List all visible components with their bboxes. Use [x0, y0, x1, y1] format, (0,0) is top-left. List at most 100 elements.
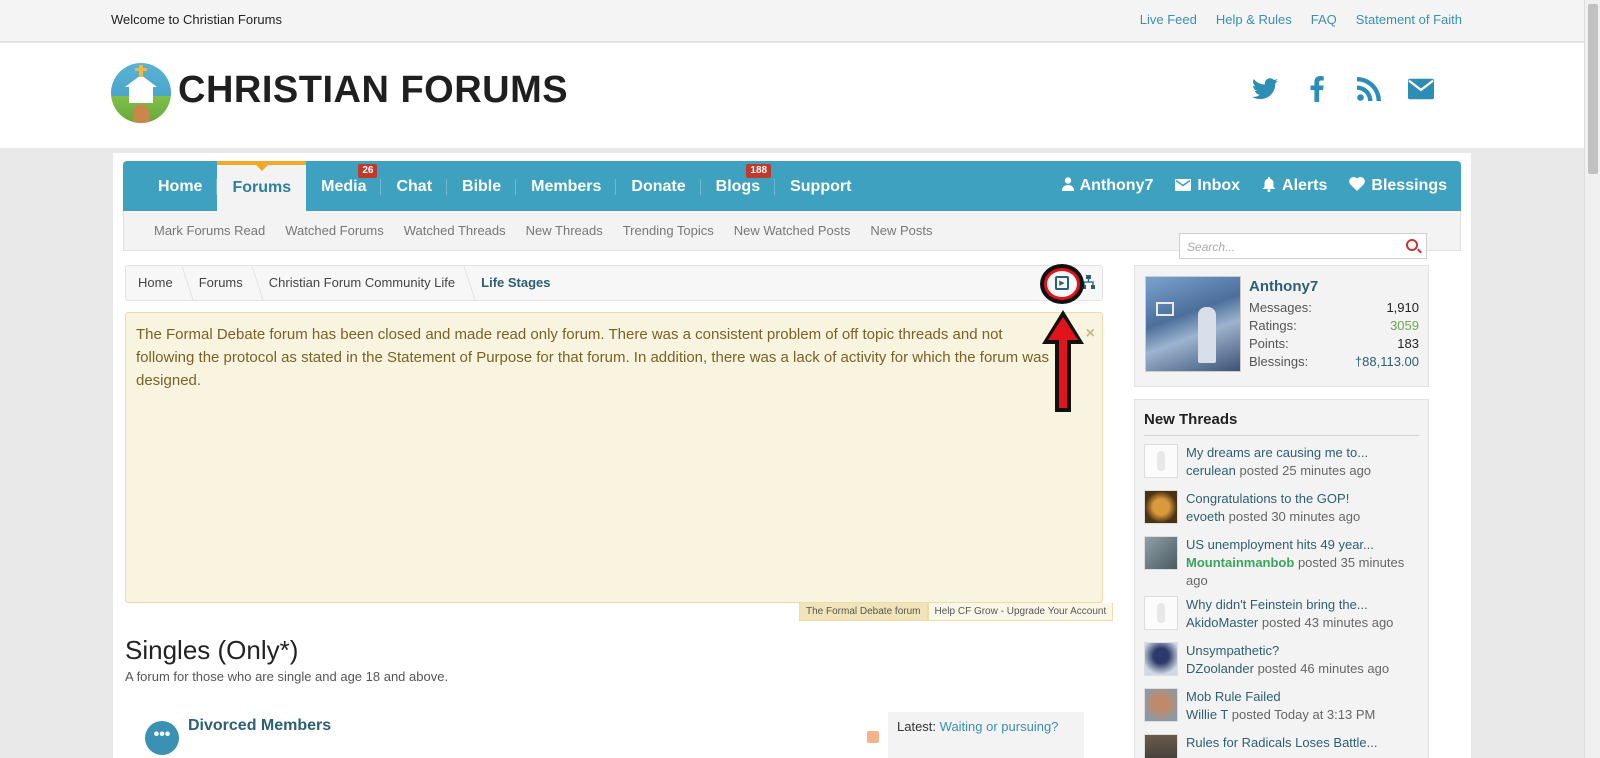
tab-label: Home — [158, 178, 203, 195]
thread-title[interactable]: Why didn't Feinstein bring the... — [1186, 596, 1419, 614]
breadcrumb-life-stages[interactable]: Life Stages — [469, 266, 564, 300]
thread-meta: Willie T posted Today at 3:13 PM — [1186, 706, 1419, 724]
tab-donate[interactable]: Donate — [616, 161, 701, 211]
notice-tab-formal-debate[interactable]: The Formal Debate forum — [799, 603, 928, 621]
breadcrumb-home[interactable]: Home — [126, 266, 187, 300]
watched-forums-link[interactable]: Watched Forums — [285, 223, 384, 238]
stat-blessings: Blessings: †88,113.00 — [1249, 353, 1419, 371]
avatar[interactable] — [1144, 734, 1178, 758]
alerts-link[interactable]: Alerts — [1262, 176, 1328, 196]
thread-author[interactable]: cerulean — [1186, 463, 1236, 478]
breadcrumb-forums[interactable]: Forums — [187, 266, 257, 300]
live-feed-link[interactable]: Live Feed — [1140, 12, 1197, 27]
faq-link[interactable]: FAQ — [1311, 12, 1337, 27]
node-rss-icon[interactable] — [867, 731, 879, 743]
thread-meta: Mountainmanbob posted 35 minutes ago — [1186, 554, 1419, 590]
tab-forums[interactable]: Forums — [217, 161, 307, 211]
search-icon[interactable] — [1406, 239, 1418, 251]
avatar[interactable] — [1144, 444, 1178, 478]
tab-media[interactable]: Media 26 — [306, 161, 382, 211]
tab-label: Donate — [631, 178, 686, 195]
stat-label: Blessings: — [1249, 354, 1309, 369]
thread-author[interactable]: Mountainmanbob — [1186, 555, 1294, 570]
latest-post-link[interactable]: Waiting or pursuing? — [940, 719, 1059, 734]
thread-author[interactable]: AkidoMaster — [1186, 615, 1258, 630]
rss-icon[interactable] — [1356, 76, 1382, 102]
breadcrumb-community-life[interactable]: Christian Forum Community Life — [257, 266, 469, 300]
sidebar-username[interactable]: Anthony7 — [1249, 278, 1318, 295]
mark-forums-read-link[interactable]: Mark Forums Read — [154, 223, 265, 238]
new-threads-heading: New Threads — [1144, 411, 1238, 428]
avatar[interactable] — [1144, 490, 1178, 524]
tab-label: Support — [790, 178, 852, 195]
thread-title[interactable]: Unsympathetic? — [1186, 642, 1419, 660]
thread-time: posted Today at 3:13 PM — [1231, 707, 1376, 722]
stat-value[interactable]: †88,113.00 — [1355, 353, 1419, 371]
nav-tabs: Home Forums Media 26 Chat Bible Members D… — [143, 161, 866, 211]
thread-meta: AkidoMaster posted 43 minutes ago — [1186, 614, 1419, 632]
account-label: Anthony7 — [1079, 177, 1154, 194]
tab-blogs[interactable]: Blogs 188 — [701, 161, 776, 211]
help-rules-link[interactable]: Help & Rules — [1216, 12, 1292, 27]
account-link[interactable]: Anthony7 — [1061, 177, 1154, 195]
thread-time: posted 25 minutes ago — [1239, 463, 1372, 478]
tab-home[interactable]: Home — [143, 161, 218, 211]
tab-label: Forums — [232, 179, 292, 196]
tab-label: Bible — [462, 178, 502, 195]
thread-author[interactable]: DZoolander — [1186, 661, 1254, 676]
new-threads-link[interactable]: New Threads — [526, 223, 603, 238]
thread-author[interactable]: Willie T — [1186, 707, 1228, 722]
avatar[interactable] — [1144, 688, 1178, 722]
new-posts-link[interactable]: New Posts — [870, 223, 932, 238]
notice-tabs: The Formal Debate forum Help CF Grow - U… — [799, 603, 1114, 621]
stat-value[interactable]: 3059 — [1390, 317, 1419, 335]
logo-text[interactable]: CHRISTIAN FORUMS — [178, 69, 568, 112]
thread-title[interactable]: Congratulations to the GOP! — [1186, 490, 1419, 508]
search-input[interactable]: Search... — [1179, 233, 1427, 259]
tab-label: Blogs — [715, 178, 761, 195]
alerts-label: Alerts — [1282, 177, 1328, 194]
avatar[interactable] — [1145, 276, 1241, 372]
thread-title[interactable]: US unemployment hits 49 year... — [1186, 536, 1419, 554]
avatar[interactable] — [1144, 642, 1178, 676]
thread-time: posted 46 minutes ago — [1257, 661, 1390, 676]
user-stats: Messages: 1,910 Ratings: 3059 Points: 183 B… — [1249, 299, 1419, 371]
thread-meta: DZoolander posted 46 minutes ago — [1186, 660, 1419, 678]
stat-value: 183 — [1397, 336, 1419, 351]
top-bar: Welcome to Christian Forums Live Feed He… — [0, 0, 1584, 42]
sub-nav-items: Mark Forums Read Watched Forums Watched … — [154, 223, 932, 238]
media-count-badge: 26 — [358, 164, 378, 178]
twitter-icon[interactable] — [1252, 76, 1278, 102]
tab-chat[interactable]: Chat — [381, 161, 447, 211]
stat-label: Messages: — [1249, 300, 1312, 315]
logo-icon[interactable] — [111, 63, 171, 123]
thread-title[interactable]: My dreams are causing me to... — [1186, 444, 1419, 462]
thread-author[interactable]: evoeth — [1186, 509, 1225, 524]
watched-threads-link[interactable]: Watched Threads — [404, 223, 506, 238]
notice-tab-upgrade[interactable]: Help CF Grow - Upgrade Your Account — [927, 603, 1114, 621]
avatar[interactable] — [1144, 536, 1178, 570]
thread-title[interactable]: Mob Rule Failed — [1186, 688, 1419, 706]
blessings-link[interactable]: Blessings — [1349, 176, 1447, 195]
bell-icon — [1262, 176, 1276, 196]
avatar[interactable] — [1144, 596, 1178, 630]
stat-messages: Messages: 1,910 — [1249, 299, 1419, 317]
blogs-count-badge: 188 — [746, 164, 772, 178]
stat-ratings: Ratings: 3059 — [1249, 317, 1419, 335]
stat-value[interactable]: 1,910 — [1386, 299, 1419, 317]
inbox-link[interactable]: Inbox — [1175, 177, 1240, 195]
active-caret-icon — [254, 164, 269, 171]
trending-topics-link[interactable]: Trending Topics — [623, 223, 714, 238]
forum-node-title[interactable]: Divorced Members — [188, 717, 331, 735]
scrollbar-thumb[interactable] — [1588, 4, 1598, 174]
page-scrollbar[interactable] — [1584, 0, 1600, 758]
site-header: CHRISTIAN FORUMS — [0, 43, 1584, 148]
facebook-icon[interactable] — [1304, 76, 1330, 102]
tab-members[interactable]: Members — [516, 161, 617, 211]
tab-bible[interactable]: Bible — [447, 161, 517, 211]
statement-of-faith-link[interactable]: Statement of Faith — [1356, 12, 1462, 27]
mail-icon[interactable] — [1408, 76, 1434, 102]
tab-support[interactable]: Support — [775, 161, 866, 211]
thread-title[interactable]: Rules for Radicals Loses Battle... — [1186, 734, 1419, 752]
new-watched-posts-link[interactable]: New Watched Posts — [734, 223, 851, 238]
